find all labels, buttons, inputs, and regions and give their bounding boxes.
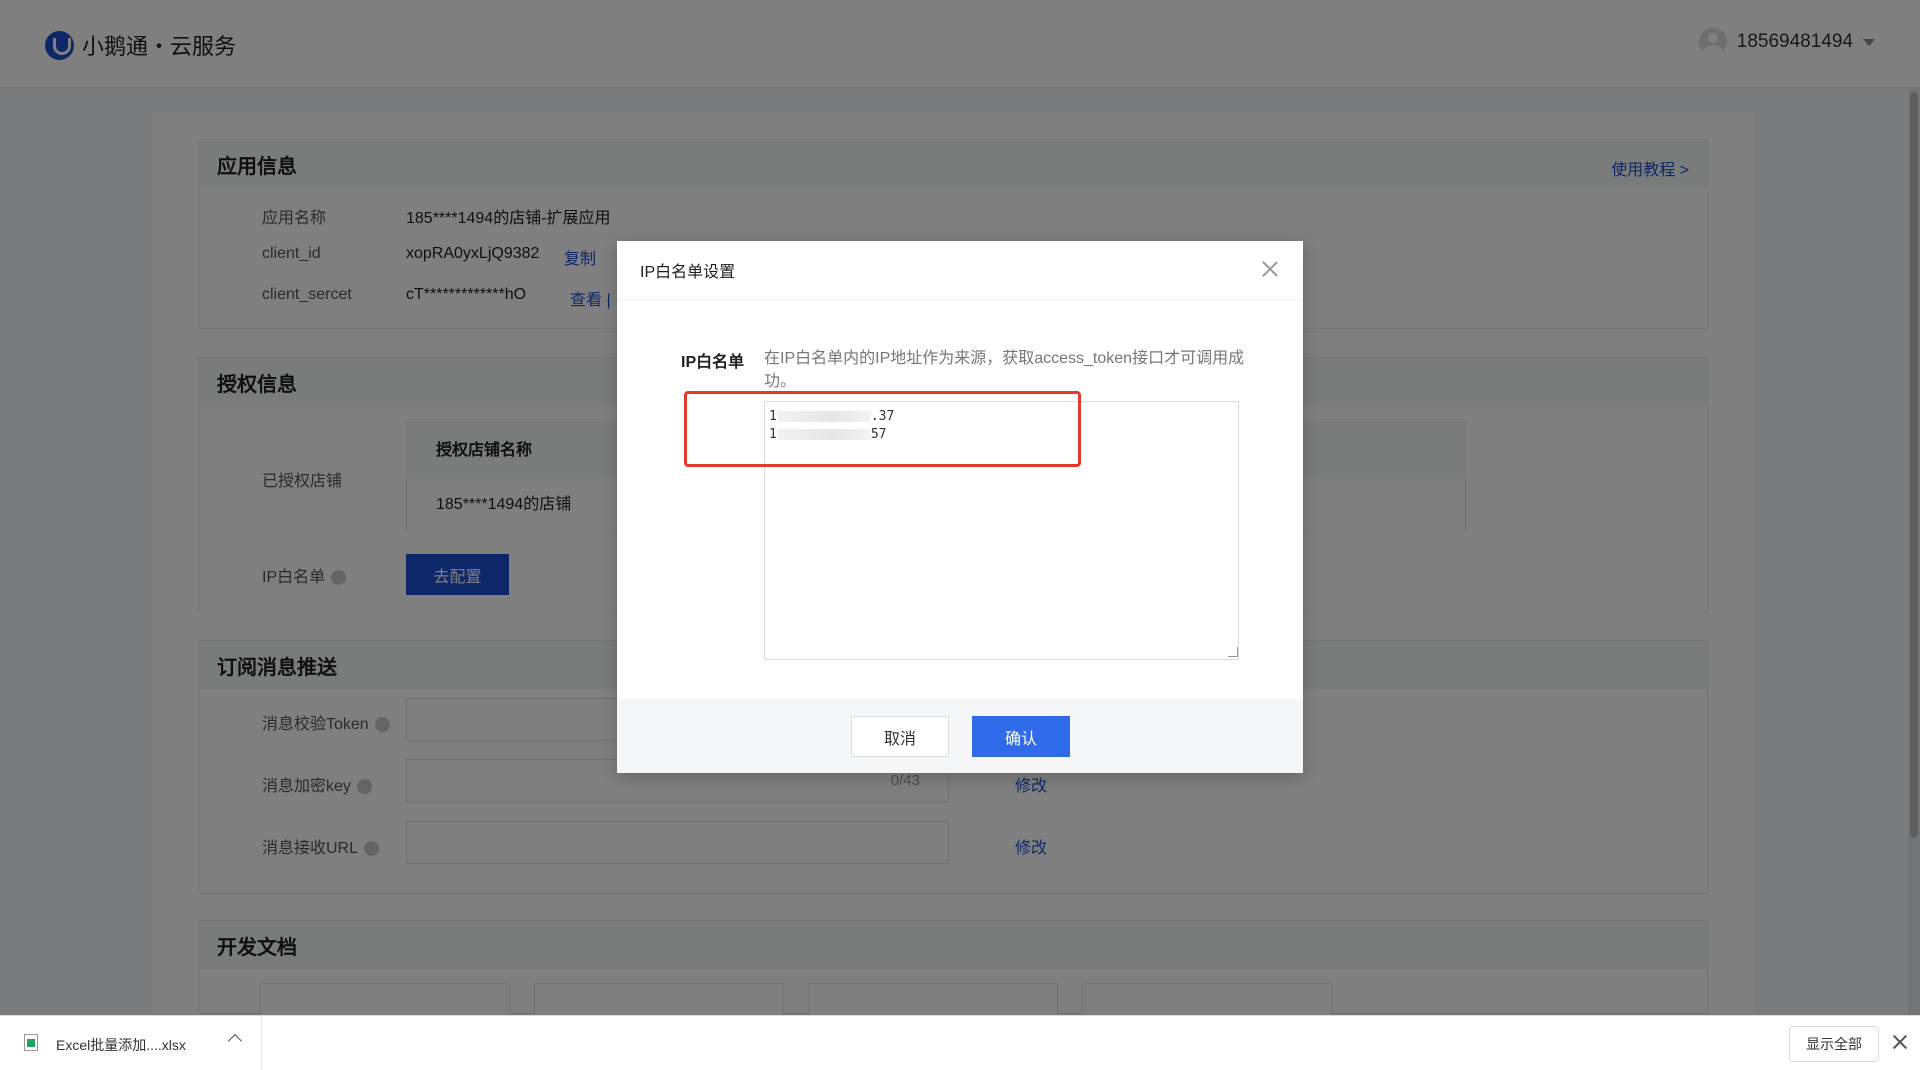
dialog-title: IP白名单设置: [617, 241, 1303, 300]
excel-file-icon: [24, 1034, 38, 1051]
ip-whitelist-dialog: IP白名单设置 IP白名单 在IP白名单内的IP地址作为来源，获取access_…: [617, 241, 1303, 773]
scrollbar-thumb[interactable]: [1910, 92, 1918, 838]
close-icon[interactable]: [1261, 260, 1279, 278]
download-bar: Excel批量添加....xlsx 显示全部: [0, 1015, 1920, 1070]
annotation-highlight: [684, 391, 1081, 467]
field-label: IP白名单: [681, 354, 745, 371]
show-all-button[interactable]: 显示全部: [1789, 1026, 1879, 1062]
resize-grip-icon[interactable]: [1228, 647, 1238, 657]
field-hint: 在IP白名单内的IP地址作为来源，获取access_token接口才可调用成功。: [764, 350, 1245, 390]
chevron-up-icon[interactable]: [227, 1033, 243, 1049]
confirm-button[interactable]: 确认: [972, 716, 1070, 757]
download-filename: Excel批量添加....xlsx: [56, 1037, 186, 1053]
cancel-button[interactable]: 取消: [851, 716, 949, 757]
page-scrollbar[interactable]: [1908, 88, 1920, 1015]
download-item[interactable]: Excel批量添加....xlsx: [0, 1016, 262, 1070]
dialog-footer: 取消 确认: [617, 699, 1303, 773]
close-icon[interactable]: [1893, 1035, 1907, 1049]
